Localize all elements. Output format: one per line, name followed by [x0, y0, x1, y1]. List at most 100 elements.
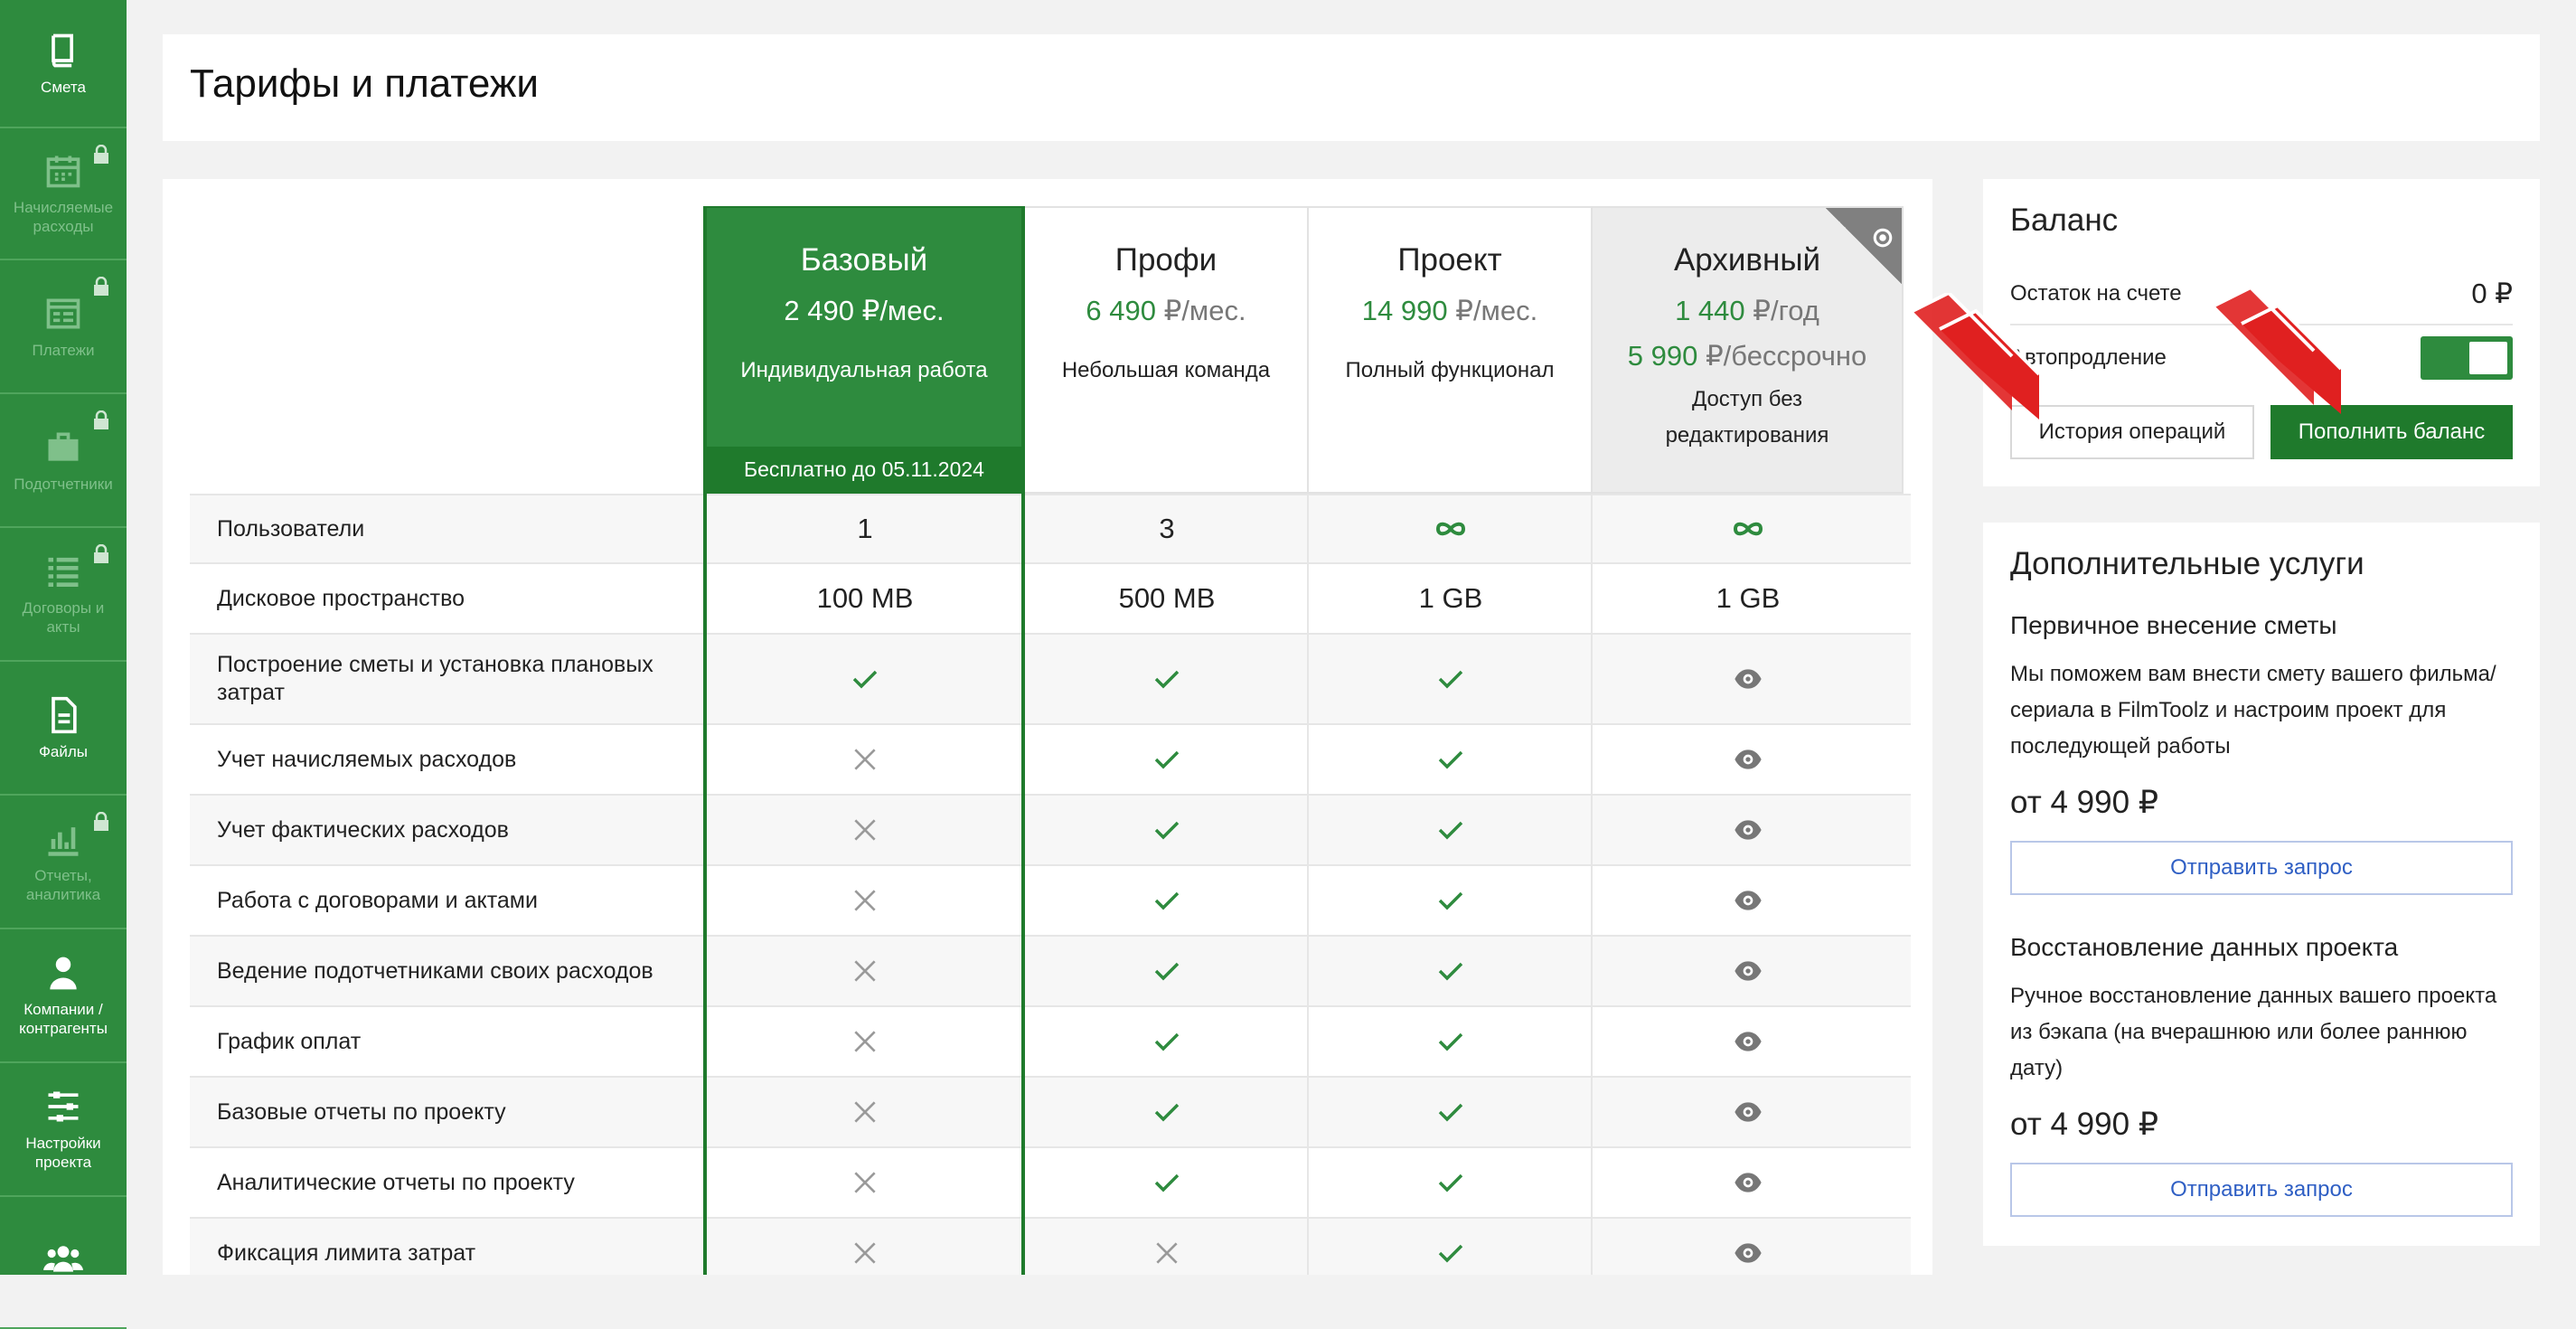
- feature-cell: [1591, 635, 1904, 723]
- sidebar-item-label: Платежи: [32, 341, 95, 359]
- sidebar-item[interactable]: Договоры и акты: [0, 528, 127, 662]
- service-description: Мы поможем вам внести смету вашего фильм…: [2010, 662, 2496, 759]
- feature-cell: [1591, 866, 1904, 935]
- file-icon: [43, 695, 83, 735]
- plan-description: Полный функционал: [1345, 358, 1555, 382]
- feature-cell: [1023, 725, 1309, 794]
- services-title: Дополнительные услуги: [2010, 546, 2364, 581]
- user-icon: [43, 953, 83, 993]
- feature-cell: 100 MB: [703, 564, 1025, 633]
- check-icon: [1154, 1032, 1180, 1051]
- table-row: Пользователи 1 3: [190, 494, 1911, 564]
- feature-cell: 1: [703, 495, 1025, 562]
- lock-icon: [94, 812, 108, 831]
- service-request-button[interactable]: Отправить запрос: [2010, 1163, 2513, 1217]
- plan-header-project[interactable]: Проект 14 990 ₽/мес. Полный функционал: [1307, 206, 1593, 494]
- feature-cell: 3: [1023, 495, 1309, 562]
- service-title: Первичное внесение сметы: [2010, 611, 2337, 639]
- plan-header-archive[interactable]: Архивный 1 440 ₽/год 5 990 ₽/бессрочно Д…: [1591, 206, 1904, 494]
- lock-icon: [94, 277, 108, 296]
- service-request-button[interactable]: Отправить запрос: [2010, 841, 2513, 895]
- sidebar-item[interactable]: Платежи: [0, 260, 127, 394]
- cross-icon: [854, 819, 876, 841]
- plan-description: Индивидуальная работа: [740, 358, 988, 382]
- feature-cell: [1307, 495, 1593, 562]
- table-row: Работа с договорами и актами: [190, 866, 1911, 937]
- feature-cell: [1023, 635, 1309, 723]
- eye-icon: [1735, 1102, 1762, 1122]
- briefcase-icon: [43, 428, 83, 467]
- sidebar-item[interactable]: Начисляемые расходы: [0, 128, 127, 260]
- check-icon: [1154, 1103, 1180, 1122]
- balance-remaining-value: 0 ₽: [2471, 278, 2513, 309]
- feature-label: Учет фактических расходов: [217, 816, 509, 843]
- feature-cell: 500 MB: [1023, 564, 1309, 633]
- eye-icon: [1873, 228, 1893, 248]
- plan-price: 14 990 ₽/мес.: [1361, 295, 1538, 326]
- page-header: Тарифы и платежи: [163, 34, 2540, 141]
- cross-icon: [854, 960, 876, 982]
- payments-list-icon: [43, 294, 83, 334]
- infinity-icon: [1733, 522, 1763, 536]
- feature-label: Дисковое пространство: [217, 585, 465, 611]
- sidebar-item[interactable]: Смета: [0, 0, 127, 128]
- sidebar-item[interactable]: Компании / контрагенты: [0, 929, 127, 1063]
- feature-label: График оплат: [217, 1028, 362, 1054]
- feature-cell: 1 GB: [1307, 564, 1593, 633]
- feature-cell: [1307, 635, 1593, 723]
- table-row: Фиксация лимита затрат: [190, 1219, 1911, 1275]
- feature-cell: [1591, 937, 1904, 1005]
- feature-cell: [1307, 1078, 1593, 1146]
- check-icon: [1438, 1103, 1463, 1122]
- annotation-arrow-icon: [2214, 287, 2343, 414]
- sidebar-item-label: Настройки проекта: [25, 1135, 101, 1171]
- sidebar-item[interactable]: Отчеты, аналитика: [0, 796, 127, 929]
- feature-label: Фиксация лимита затрат: [217, 1239, 476, 1266]
- feature-cell: [1591, 495, 1904, 562]
- service-price: от 4 990 ₽: [2010, 785, 2159, 820]
- service-title: Восстановление данных проекта: [2010, 933, 2399, 961]
- lock-icon: [94, 410, 108, 429]
- feature-cell: [1307, 1148, 1593, 1217]
- table-row: Аналитические отчеты по проекту: [190, 1148, 1911, 1219]
- sidebar-item[interactable]: Файлы: [0, 662, 127, 796]
- cross-icon: [854, 1172, 876, 1193]
- feature-cell: [703, 1078, 1025, 1146]
- sidebar-item[interactable]: Настройки проекта: [0, 1063, 127, 1197]
- plan-description: Доступ без редактирования: [1665, 387, 1829, 448]
- table-row: График оплат: [190, 1007, 1911, 1078]
- sidebar-item[interactable]: [0, 1197, 127, 1329]
- feature-cell: 1 GB: [1591, 564, 1904, 633]
- sidebar-item[interactable]: Подотчетники: [0, 394, 127, 528]
- feature-cell: [1023, 1219, 1309, 1275]
- feature-cell: [1023, 1078, 1309, 1146]
- check-icon: [1154, 962, 1180, 981]
- table-row: Учет фактических расходов: [190, 796, 1911, 866]
- plans-card: Базовый 2 490 ₽/мес. Индивидуальная рабо…: [163, 179, 1932, 1275]
- check-icon: [1154, 750, 1180, 769]
- cross-icon: [854, 890, 876, 911]
- autorenew-toggle[interactable]: [2421, 336, 2513, 380]
- feature-cell: [1307, 725, 1593, 794]
- feature-cell: [1307, 1007, 1593, 1076]
- cross-icon: [854, 1242, 876, 1264]
- eye-icon: [1735, 820, 1762, 840]
- feature-cell: [1591, 1078, 1904, 1146]
- plan-header-base[interactable]: Базовый 2 490 ₽/мес. Индивидуальная рабо…: [703, 206, 1025, 494]
- feature-label: Пользователи: [217, 515, 365, 542]
- feature-label: Аналитические отчеты по проекту: [217, 1169, 575, 1195]
- feature-cell: [703, 635, 1025, 723]
- archive-corner-ribbon: [1826, 208, 1902, 284]
- plan-header-profi[interactable]: Профи 6 490 ₽/мес. Небольшая команда: [1023, 206, 1309, 494]
- service-description: Ручное восстановление данных вашего прое…: [2010, 984, 2497, 1080]
- sidebar-item-label: Подотчетники: [14, 475, 113, 493]
- feature-cell: [703, 866, 1025, 935]
- check-icon: [1438, 670, 1463, 689]
- feature-cell: [1591, 1007, 1904, 1076]
- page-title: Тарифы и платежи: [190, 61, 539, 106]
- sidebar-item-label: Компании / контрагенты: [19, 1001, 108, 1037]
- sliders-icon: [43, 1087, 83, 1126]
- feature-cell: [703, 1219, 1025, 1275]
- sidebar-item-label: Смета: [41, 78, 86, 96]
- feature-cell: [1307, 866, 1593, 935]
